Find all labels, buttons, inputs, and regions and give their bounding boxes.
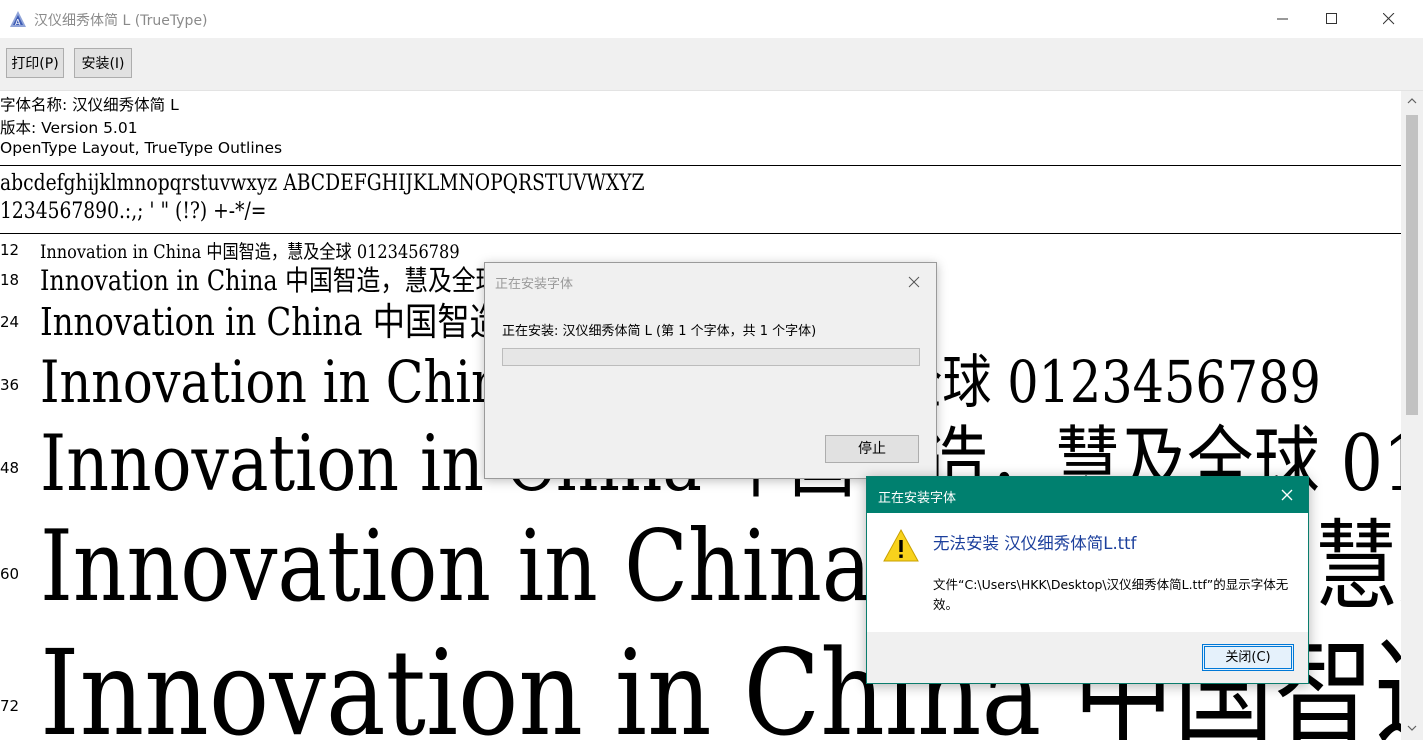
dialog-title: 正在安装字体: [495, 277, 574, 292]
sample-row: 12 Innovation in China 中国智造，慧及全球 0123456…: [0, 237, 1401, 263]
scroll-up-icon[interactable]: [1407, 97, 1417, 105]
font-name-line: 字体名称: 汉仪细秀体简 L: [0, 96, 179, 114]
maximize-button[interactable]: [1309, 0, 1355, 38]
font-layout-line: OpenType Layout, TrueType Outlines: [0, 139, 283, 157]
close-button[interactable]: 关闭(C): [1202, 644, 1294, 671]
sample-size: 60: [0, 565, 20, 583]
sample-size: 36: [0, 376, 20, 394]
print-button[interactable]: 打印(P): [6, 48, 64, 78]
dialog-footer: 关闭(C): [867, 632, 1308, 683]
install-button[interactable]: 安装(I): [74, 48, 132, 78]
divider: [0, 233, 1401, 234]
sample-size: 48: [0, 459, 20, 477]
scroll-thumb[interactable]: [1406, 115, 1418, 415]
sample-size: 24: [0, 313, 20, 331]
close-icon: [1383, 13, 1395, 25]
divider: [0, 165, 1401, 166]
font-version-line: 版本: Version 5.01: [0, 119, 138, 137]
close-window-button[interactable]: [1366, 0, 1412, 38]
toolbar: 打印(P) 安装(I): [0, 38, 1423, 91]
minimize-icon: [1277, 18, 1288, 20]
vertical-scrollbar[interactable]: [1401, 91, 1423, 740]
error-message: 文件“C:\Users\HKK\Desktop\汉仪细秀体简L.ttf”的显示字…: [933, 577, 1289, 612]
install-progress-bar: [502, 348, 920, 366]
stop-button[interactable]: 停止: [825, 435, 919, 463]
minimize-button[interactable]: [1260, 0, 1306, 38]
charset-digits: 1234567890.:,; ' " (!?) +-*/=: [0, 199, 267, 224]
error-heading: 无法安装 汉仪细秀体简L.ttf: [933, 534, 1137, 553]
install-progress-dialog: 正在安装字体 正在安装: 汉仪细秀体简 L (第 1 个字体，共 1 个字体) …: [484, 262, 937, 479]
charset-letters: abcdefghijklmnopqrstuvwxyz ABCDEFGHIJKLM…: [0, 171, 645, 196]
window-title: 汉仪细秀体简 L (TrueType): [34, 13, 208, 29]
maximize-icon: [1326, 13, 1337, 24]
scroll-down-icon[interactable]: [1407, 724, 1417, 732]
sample-size: 18: [0, 271, 20, 289]
title-bar: A 汉仪细秀体简 L (TrueType): [0, 0, 1423, 38]
close-icon[interactable]: [903, 271, 925, 293]
install-error-dialog: 正在安装字体 无法安装 汉仪细秀体简L.ttf 文件“C:\Users\HKK\…: [866, 476, 1309, 684]
close-icon[interactable]: [1277, 485, 1297, 505]
install-status-message: 正在安装: 汉仪细秀体简 L (第 1 个字体，共 1 个字体): [502, 324, 817, 339]
sample-size: 12: [0, 241, 20, 259]
dialog-title-bar: 正在安装字体: [867, 477, 1308, 513]
svg-text:A: A: [15, 18, 21, 27]
dialog-title: 正在安装字体: [878, 491, 957, 506]
font-app-icon: A: [10, 11, 26, 27]
sample-size: 72: [0, 697, 20, 715]
warning-icon: [883, 528, 919, 562]
